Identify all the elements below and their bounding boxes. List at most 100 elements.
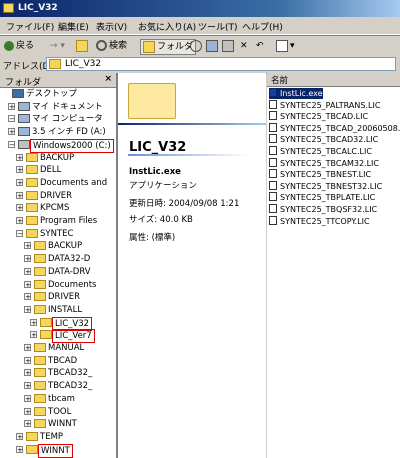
tree-item[interactable]: + TOOL [0, 406, 116, 418]
expand-icon[interactable]: + [24, 293, 31, 301]
up-folder-button[interactable] [76, 39, 90, 53]
file-size: サイズ: 40.0 KB [129, 215, 193, 225]
large-folder-icon [128, 83, 176, 119]
move-to-button[interactable] [206, 39, 220, 53]
menu-edit[interactable]: 編集(E) [58, 20, 89, 33]
tree-item[interactable]: + DRIVER [0, 190, 116, 202]
expand-icon[interactable]: + [30, 318, 37, 326]
tree-item[interactable]: デスクトップ [0, 88, 116, 100]
tree-item[interactable]: + TEMP [0, 431, 116, 443]
folder-icon [34, 381, 46, 391]
expand-icon[interactable]: + [16, 445, 23, 453]
folder-icon [26, 431, 38, 441]
file-item[interactable]: SYNTEC25_TBNEST32.LIC [269, 180, 382, 192]
selected-file-type: アプリケーション [129, 181, 197, 191]
tree-item[interactable]: + DELL [0, 164, 116, 176]
expand-icon[interactable]: + [24, 394, 31, 402]
tree-item[interactable]: + LIC_Ver7 [0, 329, 116, 344]
expand-icon[interactable]: + [16, 153, 23, 161]
tree-item[interactable]: + tbcam [0, 393, 116, 405]
address-input[interactable]: LIC_V32 [46, 57, 396, 71]
tree-item[interactable]: − Windows2000 (C:) [0, 138, 116, 153]
tree-item[interactable]: + MANUAL [0, 342, 116, 354]
file-item[interactable]: SYNTEC25_TBQSF32.LIC [269, 204, 377, 215]
expand-icon[interactable]: + [16, 432, 23, 440]
tree-item[interactable]: − マイ コンピュータ [0, 113, 116, 125]
folders-button[interactable]: フォルダ [140, 39, 197, 55]
floppy-drive-icon [18, 127, 30, 137]
collapse-icon[interactable]: − [16, 229, 23, 237]
back-button[interactable]: 戻る [4, 39, 34, 53]
expand-icon[interactable]: + [24, 369, 31, 377]
tree-item[interactable]: + DATA32-D [0, 253, 116, 265]
expand-icon[interactable]: + [24, 420, 31, 428]
file-item[interactable]: SYNTEC25_PALTRANS.LIC [269, 99, 380, 111]
expand-icon[interactable]: + [16, 191, 23, 199]
expand-icon[interactable]: + [24, 255, 31, 263]
column-header-name[interactable]: 名前 [267, 73, 400, 87]
expand-icon[interactable]: + [24, 356, 31, 364]
tree-item[interactable]: + DRIVER [0, 291, 116, 303]
search-button[interactable]: 検索 [96, 39, 127, 53]
tree-item[interactable]: + Program Files [0, 215, 116, 227]
folder-icon [26, 216, 38, 225]
expand-icon[interactable]: + [24, 242, 31, 250]
file-item[interactable]: SYNTEC25_TBCAD32.LIC [269, 134, 378, 145]
collapse-icon[interactable]: − [8, 115, 15, 123]
file-item[interactable]: SYNTEC25_TBPLATE.LIC [269, 192, 375, 203]
delete-button[interactable]: ✕ [240, 39, 248, 53]
tree-item[interactable]: + TBCAD [0, 355, 116, 367]
copy-to-button[interactable] [222, 39, 236, 53]
expand-icon[interactable]: + [24, 407, 31, 415]
views-button[interactable]: ▾ [276, 39, 295, 53]
close-icon[interactable]: × [104, 74, 112, 84]
expand-icon[interactable]: + [30, 331, 37, 339]
history-button[interactable] [190, 39, 204, 53]
tree-item[interactable]: + WINNT [0, 418, 116, 430]
collapse-icon[interactable]: − [8, 140, 15, 148]
folder-icon [49, 59, 61, 69]
tree-item[interactable]: + BACKUP [0, 240, 116, 252]
tree-item[interactable]: + INSTALL [0, 304, 116, 316]
expand-icon[interactable]: + [8, 102, 15, 110]
tree-item[interactable]: + BACKUP [0, 152, 116, 164]
tree-item[interactable]: + TBCAD32_ [0, 367, 116, 379]
tree-item[interactable]: + TBCAD32_ [0, 380, 116, 392]
undo-button[interactable]: ↶ [256, 39, 264, 53]
file-item[interactable]: SYNTEC25_TTCOPY.LIC [269, 215, 370, 227]
expand-icon[interactable]: + [16, 217, 23, 225]
tree-item[interactable]: + マイ ドキュメント [0, 101, 116, 113]
menu-help[interactable]: ヘルプ(H) [242, 20, 283, 33]
expand-icon[interactable]: + [24, 382, 31, 390]
file-item[interactable]: SYNTEC25_TBCAD.LIC [269, 111, 368, 122]
file-icon [269, 157, 277, 167]
file-item[interactable]: SYNTEC25_TBCAM32.LIC [269, 157, 379, 169]
tree-item-label: TOOL [48, 406, 72, 417]
menu-file[interactable]: ファイル(F) [6, 20, 54, 33]
menu-tools[interactable]: ツール(T) [198, 20, 238, 33]
menu-view[interactable]: 表示(V) [96, 20, 127, 33]
tree-item[interactable]: − SYNTEC [0, 228, 116, 240]
expand-icon[interactable]: + [24, 267, 31, 275]
file-item[interactable]: SYNTEC25_TBCALC.LIC [269, 146, 372, 157]
expand-icon[interactable]: + [24, 305, 31, 313]
tree-item[interactable]: +3.5 インチ FD (A:) [0, 126, 116, 138]
forward-button[interactable]: → ▾ [50, 39, 65, 53]
tree-item[interactable]: + DATA-DRV [0, 266, 116, 278]
expand-icon[interactable]: + [16, 166, 23, 174]
menu-favorites[interactable]: お気に入り(A) [138, 20, 196, 33]
tree-item[interactable]: + WINNT [0, 443, 116, 458]
file-item[interactable]: InstLic.exe [269, 88, 323, 99]
tree-item[interactable]: + Documents [0, 279, 116, 291]
tree-item[interactable]: + KPCMS [0, 202, 116, 214]
expand-icon[interactable]: + [24, 344, 31, 352]
expand-icon[interactable]: + [24, 280, 31, 288]
file-item[interactable]: SYNTEC25_TBNEST.LIC [269, 169, 371, 180]
file-item[interactable]: SYNTEC25_TBCAD_20060508... [269, 122, 400, 134]
tree-item[interactable]: + Documents and [0, 177, 116, 189]
tree-item[interactable]: + LIC_V32 [0, 316, 116, 331]
expand-icon[interactable]: + [8, 128, 15, 136]
expand-icon[interactable]: + [16, 204, 23, 212]
tree-item-label: Documents [48, 279, 97, 290]
expand-icon[interactable]: + [16, 178, 23, 186]
